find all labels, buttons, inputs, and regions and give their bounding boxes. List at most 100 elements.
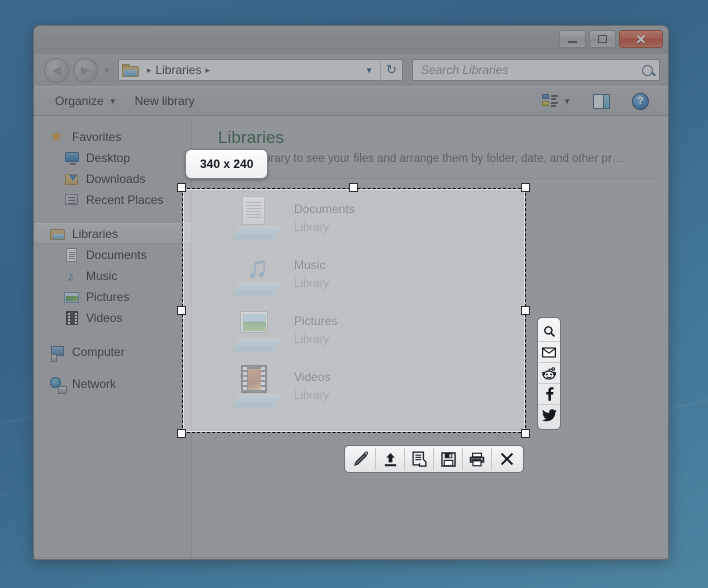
sidebar-item-pictures[interactable]: Pictures [34, 286, 191, 307]
edit-button[interactable] [347, 448, 376, 470]
print-button[interactable] [463, 448, 492, 470]
resize-handle-middle-right[interactable] [521, 306, 530, 315]
back-icon: ◀ [52, 63, 61, 77]
sidebar-label: Desktop [86, 151, 130, 165]
sidebar-item-libraries[interactable]: Libraries [34, 223, 191, 244]
pencil-icon [353, 451, 369, 467]
sidebar-item-recent-places[interactable]: Recent Places [34, 189, 191, 210]
header-divider [218, 178, 656, 179]
nav-group-libraries: Libraries Documents ♪ Music Pictures Vid… [34, 223, 191, 328]
picture-icon [64, 290, 80, 304]
refresh-icon[interactable]: ↻ [380, 59, 402, 81]
reddit-icon [542, 367, 556, 380]
sidebar-item-network[interactable]: Network [34, 373, 191, 394]
close-icon: ✕ [636, 33, 647, 46]
email-icon [542, 347, 556, 358]
nav-spacer [34, 212, 191, 223]
nav-group-favorites: ★ Favorites Desktop Downloads Recent Pla… [34, 126, 191, 210]
save-button[interactable] [434, 448, 463, 470]
upload-button[interactable] [376, 448, 405, 470]
capture-action-toolbar [344, 445, 524, 473]
address-bar-row: ◀ ▶ ▼ ▸ Libraries ▸ ▼ ↻ Search Libraries [34, 54, 668, 86]
title-bar[interactable]: ✕ [34, 26, 668, 54]
sidebar-label: Music [86, 269, 117, 283]
search-input[interactable]: Search Libraries [421, 63, 642, 77]
share-reddit-button[interactable] [538, 363, 560, 384]
share-toolbar [537, 317, 561, 430]
view-options-icon [542, 94, 558, 108]
close-x-icon [500, 452, 514, 466]
breadcrumb-separator-icon[interactable]: ▸ [205, 65, 210, 76]
resize-handle-middle-left[interactable] [177, 306, 186, 315]
maximize-button[interactable] [589, 30, 616, 48]
close-button[interactable]: ✕ [619, 30, 663, 48]
forward-icon: ▶ [81, 63, 90, 77]
close-capture-button[interactable] [492, 448, 521, 470]
page-title: Libraries [218, 128, 668, 148]
capture-selection-rectangle[interactable] [182, 188, 526, 433]
share-email-button[interactable] [538, 342, 560, 363]
search-icon [642, 65, 653, 76]
sidebar-item-favorites[interactable]: ★ Favorites [34, 126, 191, 147]
minimize-button[interactable] [559, 30, 586, 48]
resize-handle-top-right[interactable] [521, 183, 530, 192]
computer-icon [50, 345, 66, 359]
chevron-down-icon: ▼ [109, 97, 117, 106]
copy-document-icon [412, 451, 427, 467]
sidebar-label: Libraries [72, 227, 118, 241]
resize-handle-bottom-right[interactable] [521, 429, 530, 438]
back-button[interactable]: ◀ [44, 58, 69, 83]
status-bar: 4 items [34, 557, 668, 560]
sidebar-label: Network [72, 377, 116, 391]
share-facebook-button[interactable] [538, 384, 560, 405]
command-bar: Organize ▼ New library ▼ ? [34, 86, 668, 116]
command-bar-right: ▼ ? [533, 90, 662, 112]
change-view-button[interactable]: ▼ [533, 90, 580, 112]
music-note-icon: ♪ [64, 269, 80, 283]
sidebar-item-videos[interactable]: Videos [34, 307, 191, 328]
search-box[interactable]: Search Libraries [412, 59, 660, 81]
star-icon: ★ [50, 130, 66, 144]
maximize-icon [598, 35, 607, 43]
sidebar-label: Favorites [72, 130, 121, 144]
new-library-label: New library [135, 94, 195, 108]
chevron-down-icon: ▼ [563, 97, 571, 106]
history-dropdown-icon[interactable]: ▼ [103, 66, 111, 75]
download-folder-icon [64, 172, 80, 186]
resize-handle-top-center[interactable] [349, 183, 358, 192]
sidebar-item-documents[interactable]: Documents [34, 244, 191, 265]
help-icon: ? [632, 93, 649, 110]
share-twitter-button[interactable] [538, 405, 560, 426]
minimize-icon [568, 41, 577, 43]
sidebar-item-downloads[interactable]: Downloads [34, 168, 191, 189]
window-controls: ✕ [559, 30, 663, 48]
nav-spacer [34, 362, 191, 373]
forward-button[interactable]: ▶ [73, 58, 98, 83]
sidebar-label: Computer [72, 345, 125, 359]
organize-label: Organize [55, 94, 104, 108]
selection-size-tooltip: 340 x 240 [185, 149, 268, 179]
preview-pane-button[interactable] [584, 90, 619, 112]
address-dropdown-icon[interactable]: ▼ [358, 66, 380, 75]
recent-places-icon [64, 193, 80, 207]
resize-handle-top-left[interactable] [177, 183, 186, 192]
sidebar-item-music[interactable]: ♪ Music [34, 265, 191, 286]
sidebar-item-desktop[interactable]: Desktop [34, 147, 191, 168]
printer-icon [469, 452, 485, 467]
address-input[interactable]: ▸ Libraries ▸ ▼ ↻ [118, 59, 403, 81]
preview-pane-icon [593, 94, 610, 109]
sidebar-label: Videos [86, 311, 122, 325]
library-folder-icon [50, 227, 66, 241]
new-library-button[interactable]: New library [126, 90, 204, 112]
sidebar-item-computer[interactable]: Computer [34, 341, 191, 362]
help-button[interactable]: ? [623, 90, 658, 112]
share-search-button[interactable] [538, 321, 560, 342]
resize-handle-bottom-left[interactable] [177, 429, 186, 438]
monitor-icon [64, 151, 80, 165]
copy-button[interactable] [405, 448, 434, 470]
sidebar-label: Recent Places [86, 193, 163, 207]
breadcrumb-libraries[interactable]: Libraries [155, 63, 201, 77]
upload-icon [383, 452, 398, 467]
facebook-icon [545, 387, 554, 401]
organize-button[interactable]: Organize ▼ [46, 90, 126, 112]
